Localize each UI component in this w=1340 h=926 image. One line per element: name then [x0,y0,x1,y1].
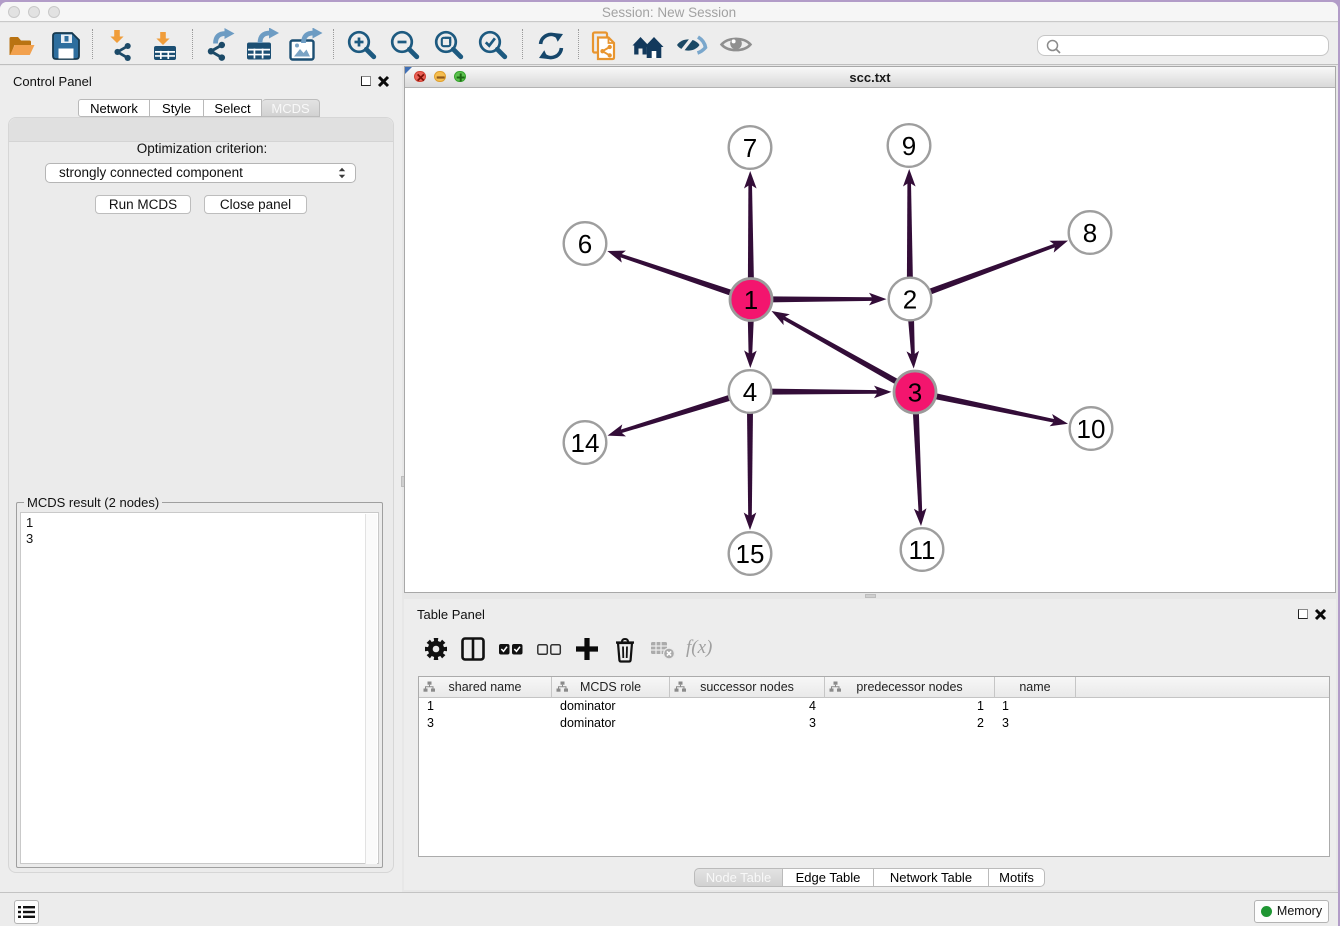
svg-text:9: 9 [902,131,916,161]
svg-text:15: 15 [736,539,765,569]
svg-text:3: 3 [908,377,922,407]
svg-text:2: 2 [903,284,917,314]
svg-text:1: 1 [744,285,758,315]
svg-text:14: 14 [571,428,600,458]
svg-text:4: 4 [743,377,757,407]
svg-text:8: 8 [1083,218,1097,248]
svg-text:7: 7 [743,133,757,163]
svg-text:10: 10 [1077,414,1106,444]
svg-text:11: 11 [909,535,936,565]
svg-text:6: 6 [578,229,592,259]
